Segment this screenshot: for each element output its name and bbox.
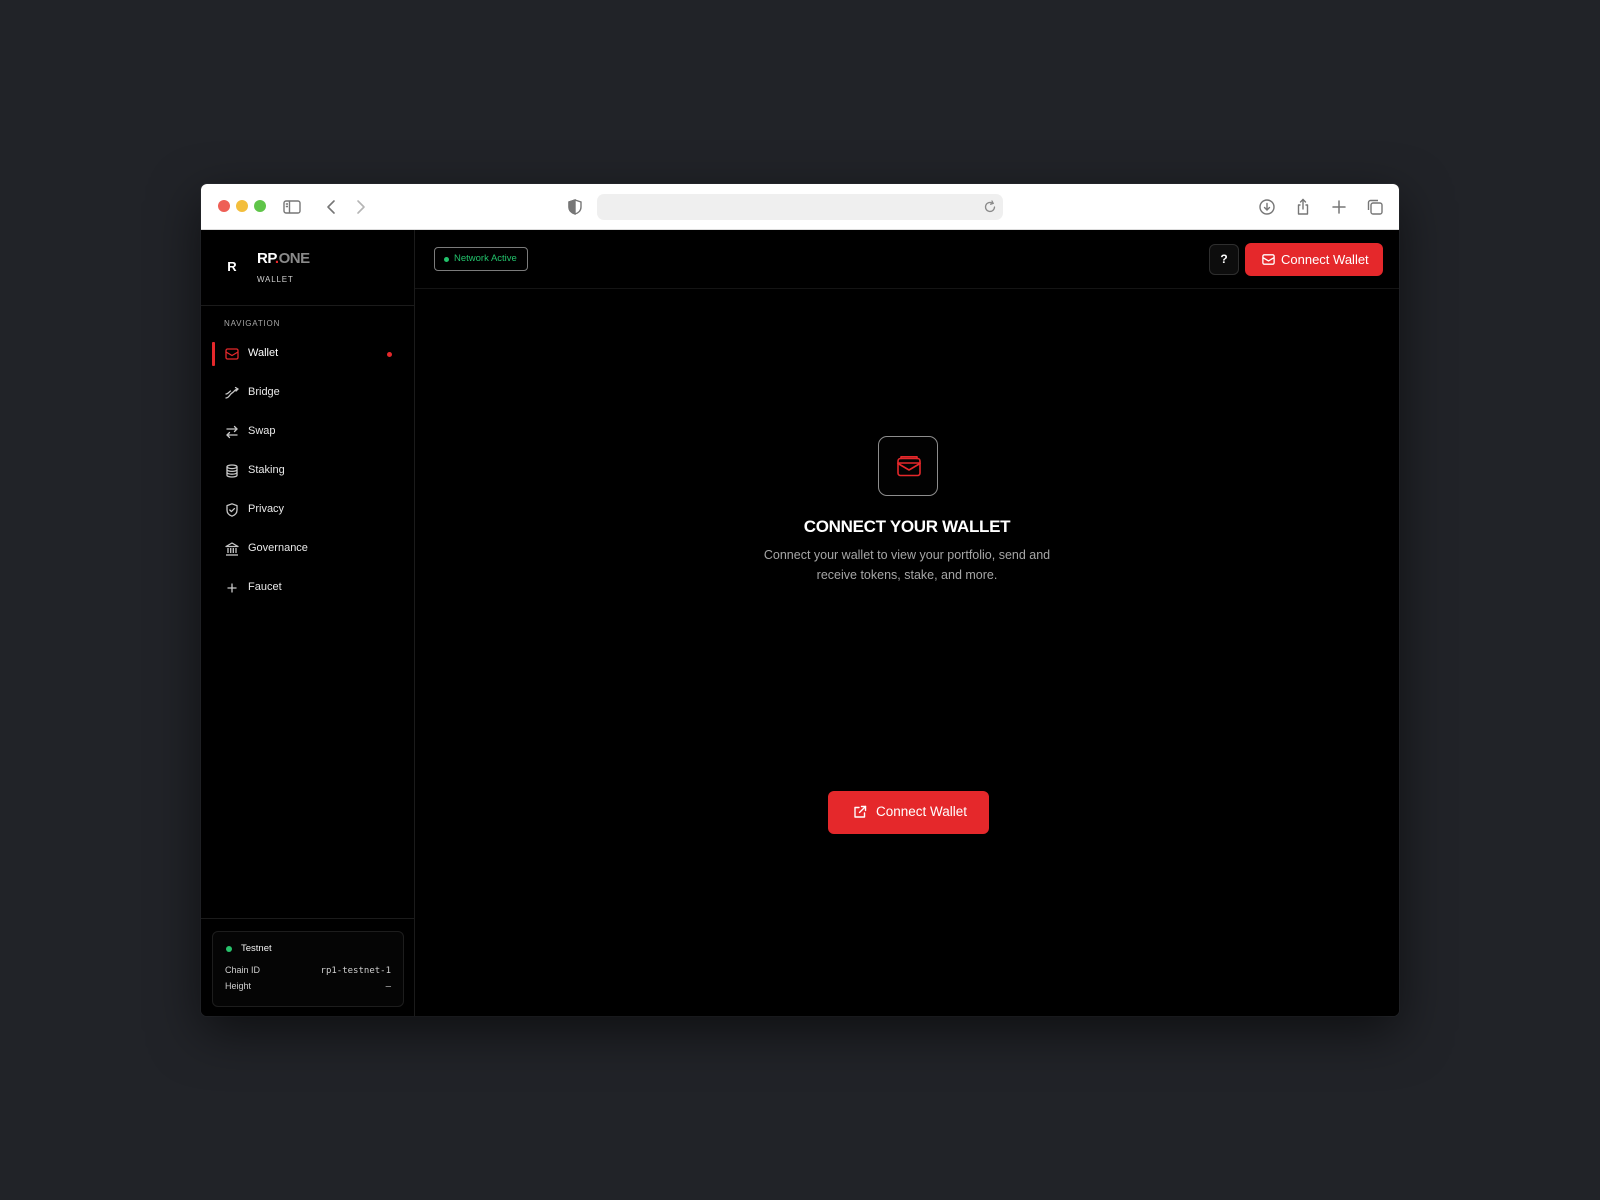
brand-subtitle: WALLET	[257, 275, 294, 284]
sidebar-item-label: Privacy	[248, 503, 285, 515]
sidebar-footer: Testnet Chain ID rp1-testnet-1 Height –	[201, 918, 414, 1016]
database-icon	[224, 463, 240, 479]
active-indicator	[212, 342, 215, 366]
brand-header: R RP.ONE WALLET	[201, 230, 414, 306]
header-connect-wallet-button[interactable]: Connect Wallet	[1245, 243, 1383, 276]
sidebar-item-privacy[interactable]: Privacy	[212, 497, 404, 523]
sidebar-item-label: Staking	[248, 464, 285, 476]
connect-wallet-button[interactable]: Connect Wallet	[828, 791, 989, 834]
forward-icon[interactable]	[349, 196, 371, 218]
bridge-icon	[224, 385, 240, 401]
sidebar-item-faucet[interactable]: Faucet	[212, 575, 404, 601]
top-bar: Network Active ? Connect Wallet	[415, 230, 1399, 289]
active-dot	[387, 352, 392, 357]
sidebar-item-staking[interactable]: Staking	[212, 458, 404, 484]
network-status-dot	[444, 257, 449, 262]
help-button[interactable]: ?	[1209, 244, 1239, 275]
chain-id-value: rp1-testnet-1	[320, 966, 391, 976]
back-icon[interactable]	[321, 196, 343, 218]
connect-wallet-label: Connect Wallet	[876, 804, 968, 819]
sidebar-item-label: Faucet	[248, 581, 282, 593]
sidebar-item-label: Swap	[248, 425, 276, 437]
plus-icon	[224, 580, 240, 596]
network-name: Testnet	[241, 943, 272, 954]
wallet-illustration	[878, 436, 938, 496]
hero-title: CONNECT YOUR WALLET	[803, 517, 1011, 536]
height-label: Height	[225, 981, 252, 991]
external-link-icon	[852, 804, 868, 820]
wallet-icon	[1261, 252, 1276, 267]
minimize-window-button[interactable]	[236, 200, 248, 212]
swap-icon	[224, 424, 240, 440]
brand-name-one: ONE	[278, 250, 311, 267]
tab-overview-icon[interactable]	[1364, 196, 1386, 218]
sidebar-item-label: Governance	[248, 542, 308, 554]
sidebar-item-swap[interactable]: Swap	[212, 419, 404, 445]
close-window-button[interactable]	[218, 200, 230, 212]
sidebar-item-bridge[interactable]: Bridge	[212, 380, 404, 406]
address-bar[interactable]	[597, 194, 1003, 220]
brand-name: RP.ONE	[257, 250, 310, 267]
sidebar-item-label: Wallet	[248, 347, 279, 359]
brand-name-rp: RP	[257, 250, 275, 267]
wallet-icon	[895, 453, 923, 481]
reload-icon[interactable]	[981, 198, 999, 216]
connect-wallet-label: Connect Wallet	[1281, 252, 1369, 267]
wallet-icon	[224, 346, 240, 362]
nav-section-label: NAVIGATION	[224, 319, 281, 328]
share-icon[interactable]	[1292, 196, 1314, 218]
brand-logo: R	[227, 259, 237, 274]
sidebar-toggle-icon[interactable]	[281, 196, 303, 218]
sidebar: R RP.ONE WALLET NAVIGATION Wallet Bridge	[201, 230, 415, 1016]
network-status-badge: Network Active	[434, 247, 528, 271]
bank-icon	[224, 541, 240, 557]
privacy-shield-icon[interactable]	[564, 196, 586, 218]
zoom-window-button[interactable]	[254, 200, 266, 212]
browser-window: R RP.ONE WALLET NAVIGATION Wallet Bridge	[201, 184, 1399, 1016]
chain-id-label: Chain ID	[225, 965, 261, 975]
network-status-text: Network Active	[454, 253, 517, 264]
network-info-card: Testnet Chain ID rp1-testnet-1 Height –	[212, 931, 404, 1007]
network-status-dot	[226, 946, 232, 952]
sidebar-item-governance[interactable]: Governance	[212, 536, 404, 562]
downloads-icon[interactable]	[1256, 196, 1278, 218]
new-tab-icon[interactable]	[1328, 196, 1350, 218]
shield-check-icon	[224, 502, 240, 518]
browser-toolbar	[201, 184, 1399, 230]
main-content: Network Active ? Connect Wallet CONNECT …	[415, 230, 1399, 1016]
sidebar-item-label: Bridge	[248, 386, 280, 398]
hero-description: Connect your wallet to view your portfol…	[763, 548, 1051, 582]
sidebar-item-wallet[interactable]: Wallet	[212, 341, 404, 367]
height-value: –	[385, 982, 391, 992]
